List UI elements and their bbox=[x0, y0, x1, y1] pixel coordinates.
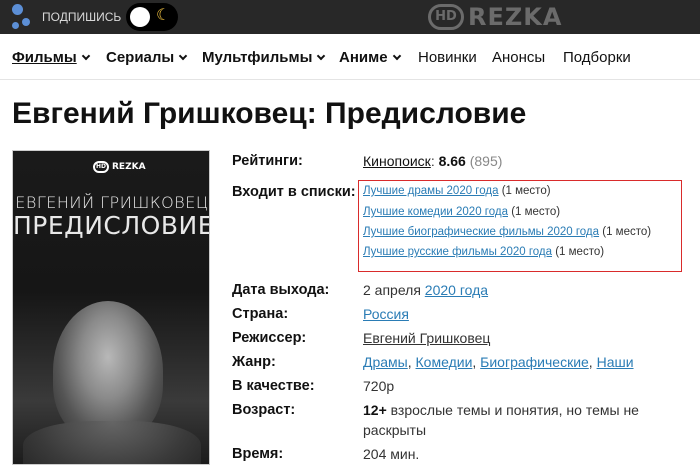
poster-shoulders bbox=[23, 421, 201, 464]
moon-icon: ☾ bbox=[156, 7, 171, 24]
country-value: Россия bbox=[363, 306, 409, 322]
genre-link-drama[interactable]: Драмы bbox=[363, 354, 408, 370]
quality-value: 720p bbox=[363, 378, 395, 394]
logo-text: REZKA bbox=[468, 3, 563, 31]
age-description-cont: раскрыты bbox=[363, 422, 427, 438]
time-value: 204 мин. bbox=[363, 446, 420, 462]
list-place: (1 место) bbox=[501, 185, 551, 197]
chevron-down-icon bbox=[392, 51, 401, 61]
kinopoisk-link[interactable]: Кинопоиск bbox=[363, 153, 431, 169]
rating-colon: : bbox=[430, 153, 435, 169]
movie-poster[interactable]: HD REZKA ЕВГЕНИЙ ГРИШКОВЕЦ ПРЕДИСЛОВИЕ bbox=[12, 150, 210, 465]
age-label: Возраст: bbox=[232, 402, 296, 418]
nav-item-cartoons[interactable]: Мультфильмы bbox=[202, 49, 326, 66]
director-label: Режиссер: bbox=[232, 330, 307, 346]
site-logo[interactable]: HD REZKA bbox=[428, 2, 562, 32]
list-place: (1 место) bbox=[555, 246, 605, 258]
list-link-comedies[interactable]: Лучшие комедии 2020 года bbox=[363, 206, 508, 218]
genre-link-comedy[interactable]: Комедии bbox=[416, 354, 473, 370]
list-item: Лучшие биографические фильмы 2020 года (… bbox=[363, 226, 651, 238]
time-label: Время: bbox=[232, 446, 284, 462]
toggle-knob bbox=[130, 7, 150, 27]
quality-label: В качестве: bbox=[232, 378, 315, 394]
nav-item-anime[interactable]: Аниме bbox=[339, 49, 401, 66]
nav-item-series[interactable]: Сериалы bbox=[106, 49, 188, 66]
chevron-down-icon bbox=[81, 51, 90, 61]
poster-title: ПРЕДИСЛОВИЕ bbox=[13, 211, 210, 240]
country-link[interactable]: Россия bbox=[363, 306, 409, 322]
release-year-link[interactable]: 2020 года bbox=[425, 282, 488, 298]
genre-link-ours[interactable]: Наши bbox=[597, 354, 634, 370]
poster-logo-text: REZKA bbox=[112, 162, 146, 172]
list-item: Лучшие драмы 2020 года (1 место) bbox=[363, 185, 551, 197]
poster-logo-hd: HD bbox=[93, 161, 109, 173]
top-bar: ПОДПИШИСЬ ☾ HD REZKA bbox=[0, 0, 700, 34]
nav-item-films[interactable]: Фильмы bbox=[12, 49, 90, 66]
chevron-down-icon bbox=[179, 51, 188, 61]
nav-item-new[interactable]: Новинки bbox=[418, 49, 477, 66]
poster-logo: HD REZKA bbox=[93, 161, 146, 173]
director-value: Евгений Гришковец bbox=[363, 330, 490, 346]
age-description: взрослые темы и понятия, но темы не bbox=[390, 402, 639, 418]
genre-label: Жанр: bbox=[232, 354, 276, 370]
genre-link-biographical[interactable]: Биографические bbox=[480, 354, 589, 370]
poster-portrait bbox=[53, 301, 163, 441]
ratings-label: Рейтинги: bbox=[232, 153, 303, 169]
logo-hd: HD bbox=[428, 4, 464, 30]
age-rating: 12+ bbox=[363, 402, 387, 418]
release-day: 2 апреля bbox=[363, 282, 421, 298]
list-item: Лучшие комедии 2020 года (1 место) bbox=[363, 206, 560, 218]
poster-author: ЕВГЕНИЙ ГРИШКОВЕЦ bbox=[15, 193, 209, 212]
ratings-value: Кинопоиск: 8.66 (895) bbox=[363, 153, 502, 169]
chevron-down-icon bbox=[317, 51, 326, 61]
rating-votes: (895) bbox=[469, 153, 503, 169]
genre-value: Драмы, Комедии, Биографические, Наши bbox=[363, 354, 634, 370]
country-label: Страна: bbox=[232, 306, 289, 322]
age-value: 12+ взрослые темы и понятия, но темы не bbox=[363, 402, 639, 418]
theme-toggle[interactable]: ☾ bbox=[126, 3, 178, 31]
release-value: 2 апреля 2020 года bbox=[363, 282, 488, 298]
lists-label: Входит в списки: bbox=[232, 184, 356, 200]
release-label: Дата выхода: bbox=[232, 282, 330, 298]
subscribe-icon[interactable] bbox=[12, 4, 32, 30]
list-place: (1 место) bbox=[511, 206, 561, 218]
list-item: Лучшие русские фильмы 2020 года (1 место… bbox=[363, 246, 604, 258]
list-place: (1 место) bbox=[602, 226, 652, 238]
list-link-russian[interactable]: Лучшие русские фильмы 2020 года bbox=[363, 246, 552, 258]
nav-item-announcements[interactable]: Анонсы bbox=[492, 49, 545, 66]
rating-score: 8.66 bbox=[438, 153, 466, 169]
director-link[interactable]: Евгений Гришковец bbox=[363, 330, 490, 346]
nav-item-collections[interactable]: Подборки bbox=[563, 49, 631, 66]
list-link-dramas[interactable]: Лучшие драмы 2020 года bbox=[363, 185, 499, 197]
subscribe-link[interactable]: ПОДПИШИСЬ bbox=[42, 10, 121, 24]
page-title: Евгений Гришковец: Предисловие bbox=[12, 97, 527, 130]
list-link-biographical[interactable]: Лучшие биографические фильмы 2020 года bbox=[363, 226, 599, 238]
main-nav: Фильмы Сериалы Мультфильмы Аниме Новинки… bbox=[0, 34, 700, 80]
